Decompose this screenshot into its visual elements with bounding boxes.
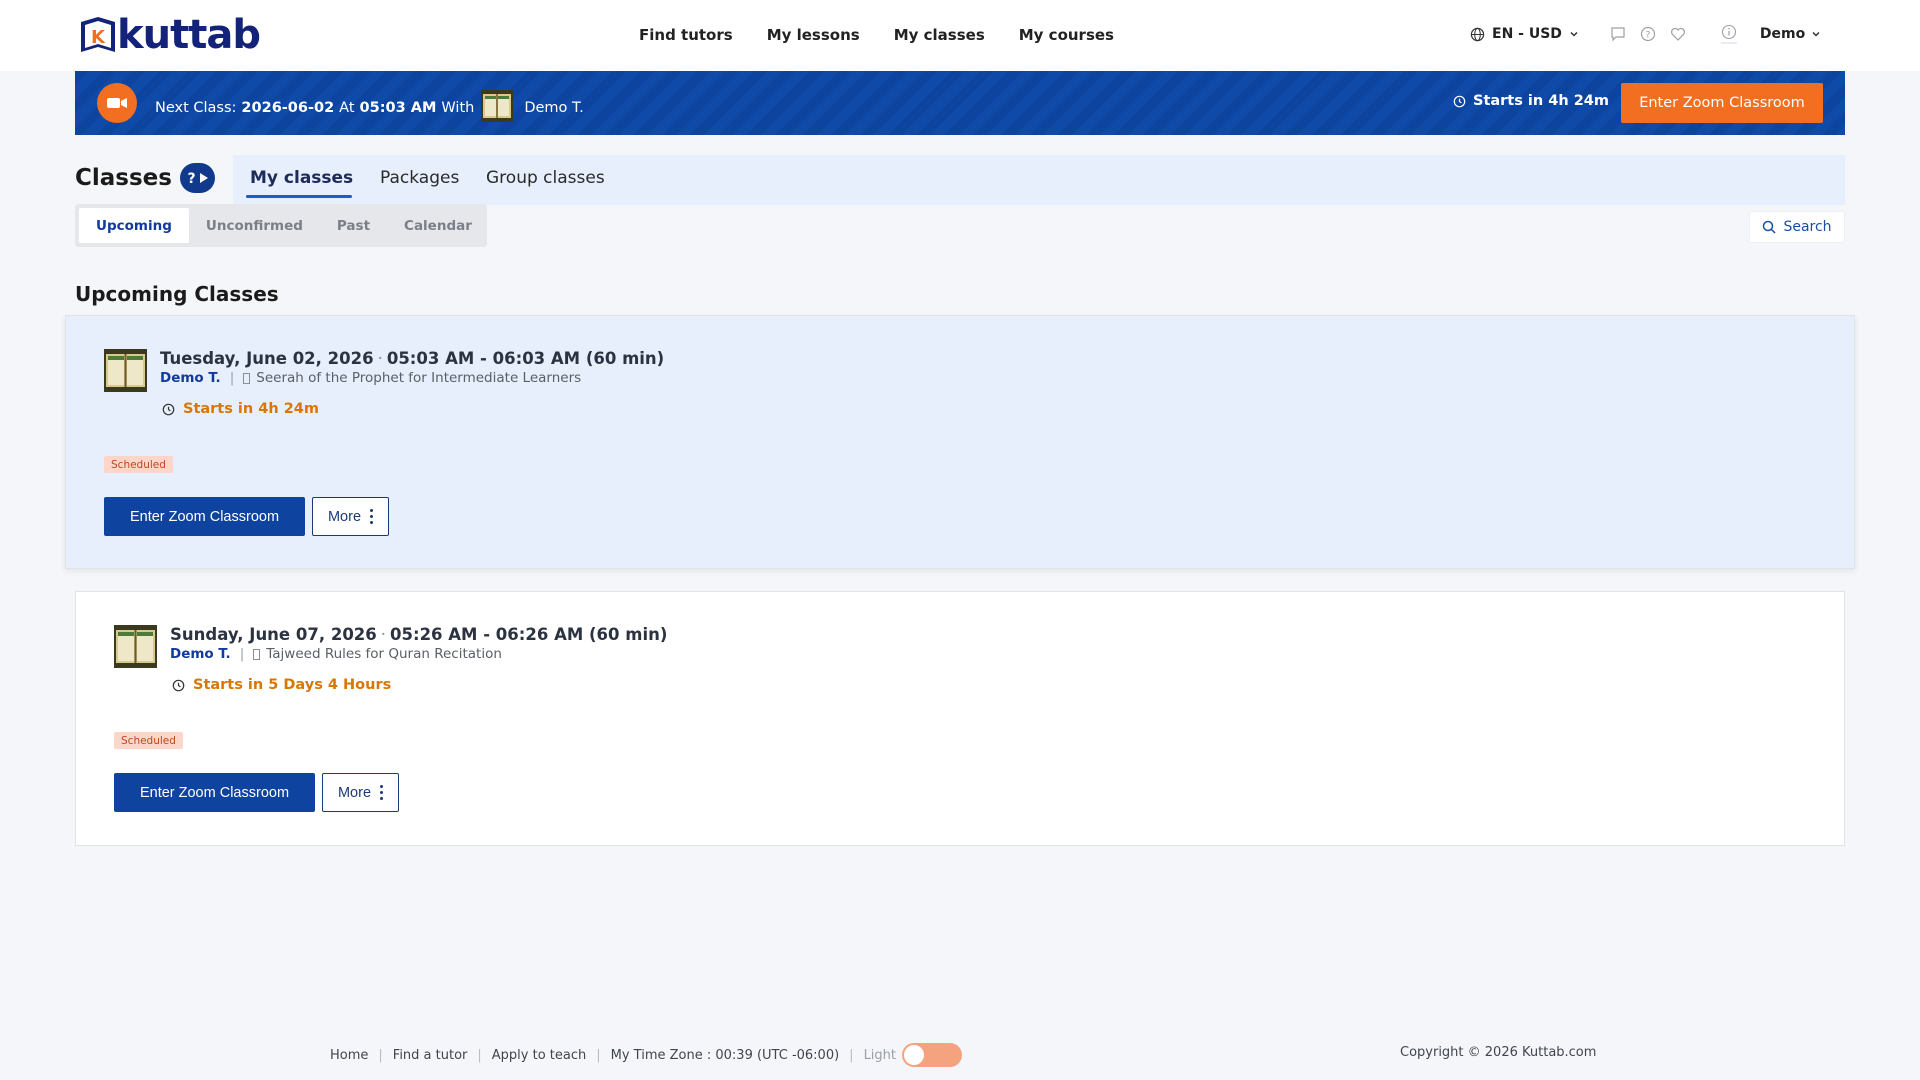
clock-icon bbox=[172, 679, 185, 691]
class-countdown: Starts in 4h 24m bbox=[162, 401, 319, 417]
teacher-name-link[interactable]: Demo T. bbox=[170, 646, 231, 662]
clock-icon bbox=[162, 403, 175, 415]
class-meta: Demo T. | Seerah of the Prophet for Inte… bbox=[160, 370, 582, 386]
class-time: 05:26 AM - 06:26 AM (60 min) bbox=[390, 625, 668, 644]
course-icon bbox=[253, 648, 261, 660]
tab-my-classes[interactable]: My classes bbox=[250, 168, 353, 188]
copyright: Copyright © 2026 Kuttab.com bbox=[1400, 1045, 1597, 1060]
class-filter-tabs: Upcoming Unconfirmed Past Calendar bbox=[75, 204, 487, 247]
course-name: Seerah of the Prophet for Intermediate L… bbox=[256, 370, 582, 386]
teacher-avatar[interactable] bbox=[114, 625, 157, 668]
footer-link-apply-teach[interactable]: Apply to teach bbox=[492, 1048, 586, 1063]
more-label: More bbox=[337, 784, 372, 801]
class-datetime: Sunday, June 07, 2026 · 05:26 AM - 06:26 A… bbox=[170, 625, 668, 644]
heart-icon[interactable] bbox=[1670, 26, 1686, 42]
status-badge: Scheduled bbox=[114, 732, 183, 749]
teacher-avatar[interactable] bbox=[104, 349, 147, 392]
next-class-teacher[interactable]: Demo T. bbox=[524, 100, 583, 116]
next-class-banner: Next Class: 2026-06-02 At 05:03 AM With … bbox=[75, 71, 1845, 135]
page-title: Classes bbox=[75, 165, 172, 191]
chevron-down-icon bbox=[1812, 31, 1820, 37]
nav-my-lessons[interactable]: My lessons bbox=[767, 26, 860, 44]
next-class-date: 2026-06-02 bbox=[241, 100, 335, 116]
class-countdown: Starts in 5 Days 4 Hours bbox=[172, 677, 391, 693]
footer-timezone[interactable]: My Time Zone : 00:39 (UTC -06:00) bbox=[611, 1048, 840, 1063]
class-date: Tuesday, June 02, 2026 bbox=[160, 349, 374, 368]
footer: Home | Find a tutor | Apply to teach | M… bbox=[330, 1043, 963, 1067]
teacher-avatar bbox=[481, 90, 514, 122]
more-button[interactable]: More bbox=[312, 497, 389, 536]
footer-link-find-tutor[interactable]: Find a tutor bbox=[393, 1048, 468, 1063]
class-datetime: Tuesday, June 02, 2026 · 05:03 AM - 06:03 … bbox=[160, 349, 665, 368]
header-right: EN - USD ? Demo bbox=[1470, 24, 1821, 44]
svg-text:?: ? bbox=[1646, 31, 1651, 41]
theme-label: Light bbox=[863, 1047, 897, 1063]
next-class-with: With bbox=[441, 100, 475, 116]
kebab-menu-icon bbox=[380, 785, 384, 800]
kebab-menu-icon bbox=[370, 509, 374, 524]
nav-find-tutors[interactable]: Find tutors bbox=[639, 26, 733, 44]
banner-countdown-text: Starts in 4h 24m bbox=[1473, 93, 1610, 109]
search-button[interactable]: Search bbox=[1749, 211, 1845, 243]
banner-enter-zoom-button[interactable]: Enter Zoom Classroom bbox=[1621, 83, 1823, 123]
course-name: Tajweed Rules for Quran Recitation bbox=[266, 646, 502, 662]
subtab-past[interactable]: Past bbox=[320, 208, 387, 243]
logo-book-icon: K bbox=[81, 17, 115, 52]
search-label: Search bbox=[1783, 219, 1832, 235]
footer-link-home[interactable]: Home bbox=[330, 1048, 368, 1063]
kuttab-logo[interactable]: K kuttab bbox=[77, 12, 261, 58]
next-class-info: Next Class: 2026-06-02 At 05:03 AM With … bbox=[155, 90, 584, 124]
class-meta: Demo T. | Tajweed Rules for Quran Recita… bbox=[170, 646, 502, 662]
help-circle-icon[interactable]: ? bbox=[1640, 26, 1656, 42]
course-icon bbox=[243, 372, 251, 384]
user-name: Demo bbox=[1759, 26, 1806, 42]
class-countdown-text: Starts in 4h 24m bbox=[183, 401, 320, 417]
teacher-name-link[interactable]: Demo T. bbox=[160, 370, 221, 386]
svg-text:K: K bbox=[91, 27, 106, 48]
top-navbar: K kuttab Find tutors My lessons My class… bbox=[0, 0, 1920, 71]
active-tab-indicator bbox=[246, 195, 352, 198]
enter-zoom-button[interactable]: Enter Zoom Classroom bbox=[104, 497, 305, 536]
subtab-unconfirmed[interactable]: Unconfirmed bbox=[189, 208, 320, 243]
section-title: Upcoming Classes bbox=[75, 282, 279, 306]
search-icon bbox=[1763, 220, 1776, 234]
status-badge: Scheduled bbox=[104, 456, 173, 473]
subtab-calendar[interactable]: Calendar bbox=[387, 208, 489, 243]
nav-my-courses[interactable]: My courses bbox=[1019, 26, 1114, 44]
tab-group-classes[interactable]: Group classes bbox=[486, 168, 605, 188]
class-date: Sunday, June 07, 2026 bbox=[170, 625, 377, 644]
main-tabs: My classes Packages Group classes bbox=[233, 155, 1845, 205]
class-time: 05:03 AM - 06:03 AM (60 min) bbox=[386, 349, 665, 368]
clock-icon bbox=[1453, 95, 1466, 107]
chevron-down-icon bbox=[1570, 31, 1578, 37]
language-currency-label: EN - USD bbox=[1492, 26, 1562, 42]
subtab-upcoming[interactable]: Upcoming bbox=[79, 208, 189, 243]
nav-my-classes[interactable]: My classes bbox=[894, 26, 985, 44]
more-button[interactable]: More bbox=[322, 773, 399, 812]
next-class-time: 05:03 AM bbox=[359, 100, 437, 116]
next-class-at: At bbox=[339, 100, 355, 116]
main-nav: Find tutors My lessons My classes My cou… bbox=[639, 26, 1114, 44]
video-camera-icon bbox=[97, 83, 137, 123]
user-menu[interactable]: Demo bbox=[1760, 26, 1821, 42]
page-title-group: Classes ? bbox=[75, 163, 215, 193]
class-card: Sunday, June 07, 2026 · 05:26 AM - 06:26 A… bbox=[75, 591, 1845, 846]
class-countdown-text: Starts in 5 Days 4 Hours bbox=[193, 677, 392, 693]
logo-text: kuttab bbox=[117, 12, 261, 58]
language-currency-selector[interactable]: EN - USD bbox=[1470, 26, 1579, 42]
class-card: Tuesday, June 02, 2026 · 05:03 AM - 06:03 … bbox=[65, 315, 1855, 569]
info-icon[interactable] bbox=[1720, 24, 1738, 44]
theme-toggle[interactable] bbox=[902, 1043, 963, 1067]
enter-zoom-button[interactable]: Enter Zoom Classroom bbox=[114, 773, 315, 812]
banner-countdown: Starts in 4h 24m bbox=[1453, 93, 1609, 109]
tab-packages[interactable]: Packages bbox=[380, 168, 459, 188]
chat-icon[interactable] bbox=[1610, 26, 1626, 42]
help-video-icon[interactable]: ? bbox=[179, 163, 215, 193]
globe-icon bbox=[1470, 27, 1485, 41]
next-class-prefix: Next Class: bbox=[155, 100, 237, 116]
more-label: More bbox=[327, 508, 362, 525]
svg-text:?: ? bbox=[188, 171, 196, 186]
